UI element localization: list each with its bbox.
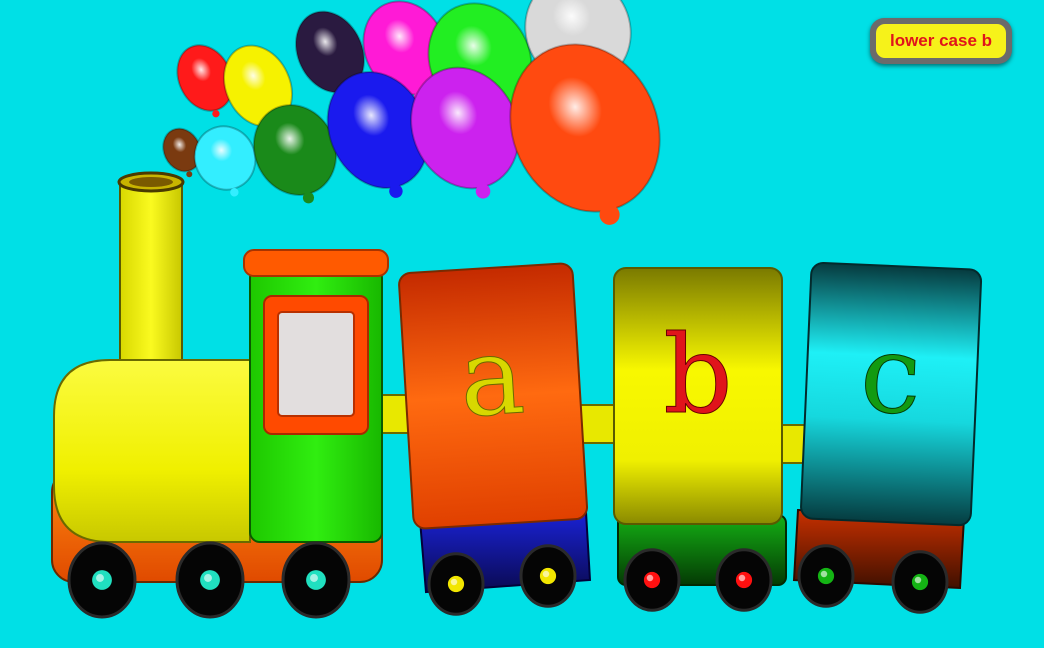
engine-roof	[243, 249, 389, 277]
cab-window	[277, 311, 355, 417]
smoke-stack	[117, 171, 185, 363]
car-b-letter: b	[663, 313, 732, 438]
car-c-letter: c	[858, 312, 924, 440]
car-a-letter: a	[456, 313, 528, 442]
car-a[interactable]: a	[398, 262, 592, 594]
wheel	[175, 541, 245, 619]
wheel	[281, 541, 351, 619]
wheel	[67, 541, 137, 619]
wheel	[715, 548, 773, 612]
car-c[interactable]: c	[792, 261, 983, 590]
wheel	[519, 544, 577, 608]
status-label: lower case b	[876, 24, 1006, 58]
status-label-button[interactable]: lower case b	[870, 18, 1012, 64]
car-b[interactable]: b	[613, 267, 787, 586]
wheel	[623, 548, 681, 612]
wheel	[427, 552, 485, 616]
wheel	[891, 550, 949, 614]
train-scene: a b c	[51, 0, 983, 619]
balloon-smoke	[162, 0, 661, 225]
engine-boiler	[53, 359, 251, 543]
wheel	[797, 544, 855, 608]
engine[interactable]	[51, 249, 389, 583]
